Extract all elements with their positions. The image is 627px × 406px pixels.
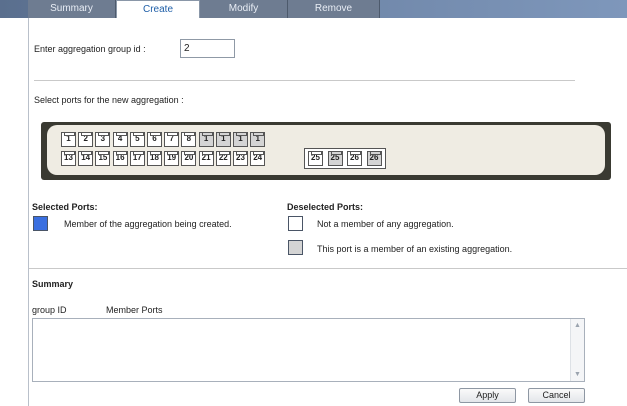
port-top-4[interactable]: 4 (112, 132, 128, 147)
port-sfp-4[interactable]: 26 (366, 151, 382, 166)
port-bottom-3[interactable]: 15 (95, 151, 111, 166)
port-top-11[interactable]: 1 (233, 132, 248, 147)
selected-port-description: Member of the aggregation being created. (64, 219, 232, 229)
port-top-6[interactable]: 6 (147, 132, 162, 147)
port-bottom-7[interactable]: 19 (164, 151, 180, 166)
switch-panel: 1 2 3 4 5 6 7 8 1 1 1 1 13 14 15 16 17 18 19 20 21 22 23 24 25 25… (41, 122, 611, 180)
port-bottom-1[interactable]: 13 (61, 151, 76, 166)
port-top-10[interactable]: 1 (215, 132, 231, 147)
tab-remove[interactable]: Remove (288, 0, 380, 18)
port-sfp-3[interactable]: 26 (347, 151, 362, 166)
create-aggregation-panel: Enter aggregation group id : 2 Select po… (28, 18, 627, 406)
not-member-swatch (288, 216, 303, 231)
summary-list[interactable]: ▲ ▼ (32, 318, 585, 382)
deselected-ports-heading: Deselected Ports: (287, 202, 364, 212)
cancel-button[interactable]: Cancel (528, 388, 585, 403)
tab-modify[interactable]: Modify (200, 0, 288, 18)
divider (34, 80, 575, 81)
tab-create[interactable]: Create (116, 0, 200, 19)
port-bottom-2[interactable]: 14 (78, 151, 94, 166)
port-bottom-5[interactable]: 17 (129, 151, 145, 166)
summary-scrollbar[interactable]: ▲ ▼ (570, 319, 584, 381)
port-top-12[interactable]: 1 (250, 132, 266, 147)
port-bottom-12[interactable]: 24 (250, 151, 266, 166)
port-sfp-1[interactable]: 25 (308, 151, 323, 166)
existing-member-description: This port is a member of an existing agg… (317, 244, 513, 254)
tab-bar: Summary Create Modify Remove (0, 0, 627, 19)
port-top-7[interactable]: 7 (164, 132, 180, 147)
selected-port-swatch (33, 216, 48, 231)
port-bottom-10[interactable]: 22 (215, 151, 231, 166)
divider (29, 268, 627, 269)
port-top-1[interactable]: 1 (61, 132, 76, 147)
port-top-2[interactable]: 2 (78, 132, 94, 147)
port-bottom-8[interactable]: 20 (181, 151, 197, 166)
port-sfp-2[interactable]: 25 (327, 151, 343, 166)
scroll-up-icon[interactable]: ▲ (573, 321, 582, 330)
port-bottom-6[interactable]: 18 (147, 151, 162, 166)
port-top-5[interactable]: 5 (129, 132, 145, 147)
apply-button[interactable]: Apply (459, 388, 516, 403)
port-top-9[interactable]: 1 (198, 132, 214, 147)
tab-summary[interactable]: Summary (28, 0, 116, 18)
existing-member-swatch (288, 240, 303, 255)
port-top-8[interactable]: 8 (181, 132, 197, 147)
summary-heading: Summary (32, 279, 74, 289)
port-bottom-11[interactable]: 23 (233, 151, 248, 166)
column-header-member-ports: Member Ports (106, 305, 163, 315)
not-member-description: Not a member of any aggregation. (317, 219, 454, 229)
scroll-down-icon[interactable]: ▼ (573, 370, 582, 379)
port-top-3[interactable]: 3 (95, 132, 111, 147)
select-ports-label: Select ports for the new aggregation : (34, 95, 184, 105)
port-bottom-9[interactable]: 21 (198, 151, 214, 166)
port-bottom-4[interactable]: 16 (112, 151, 128, 166)
group-id-input[interactable]: 2 (180, 39, 235, 58)
switch-faceplate: 1 2 3 4 5 6 7 8 1 1 1 1 13 14 15 16 17 18 19 20 21 22 23 24 25 25… (47, 125, 605, 175)
group-id-label: Enter aggregation group id : (34, 44, 146, 54)
selected-ports-heading: Selected Ports: (32, 202, 98, 212)
column-header-group-id: group ID (32, 305, 67, 315)
